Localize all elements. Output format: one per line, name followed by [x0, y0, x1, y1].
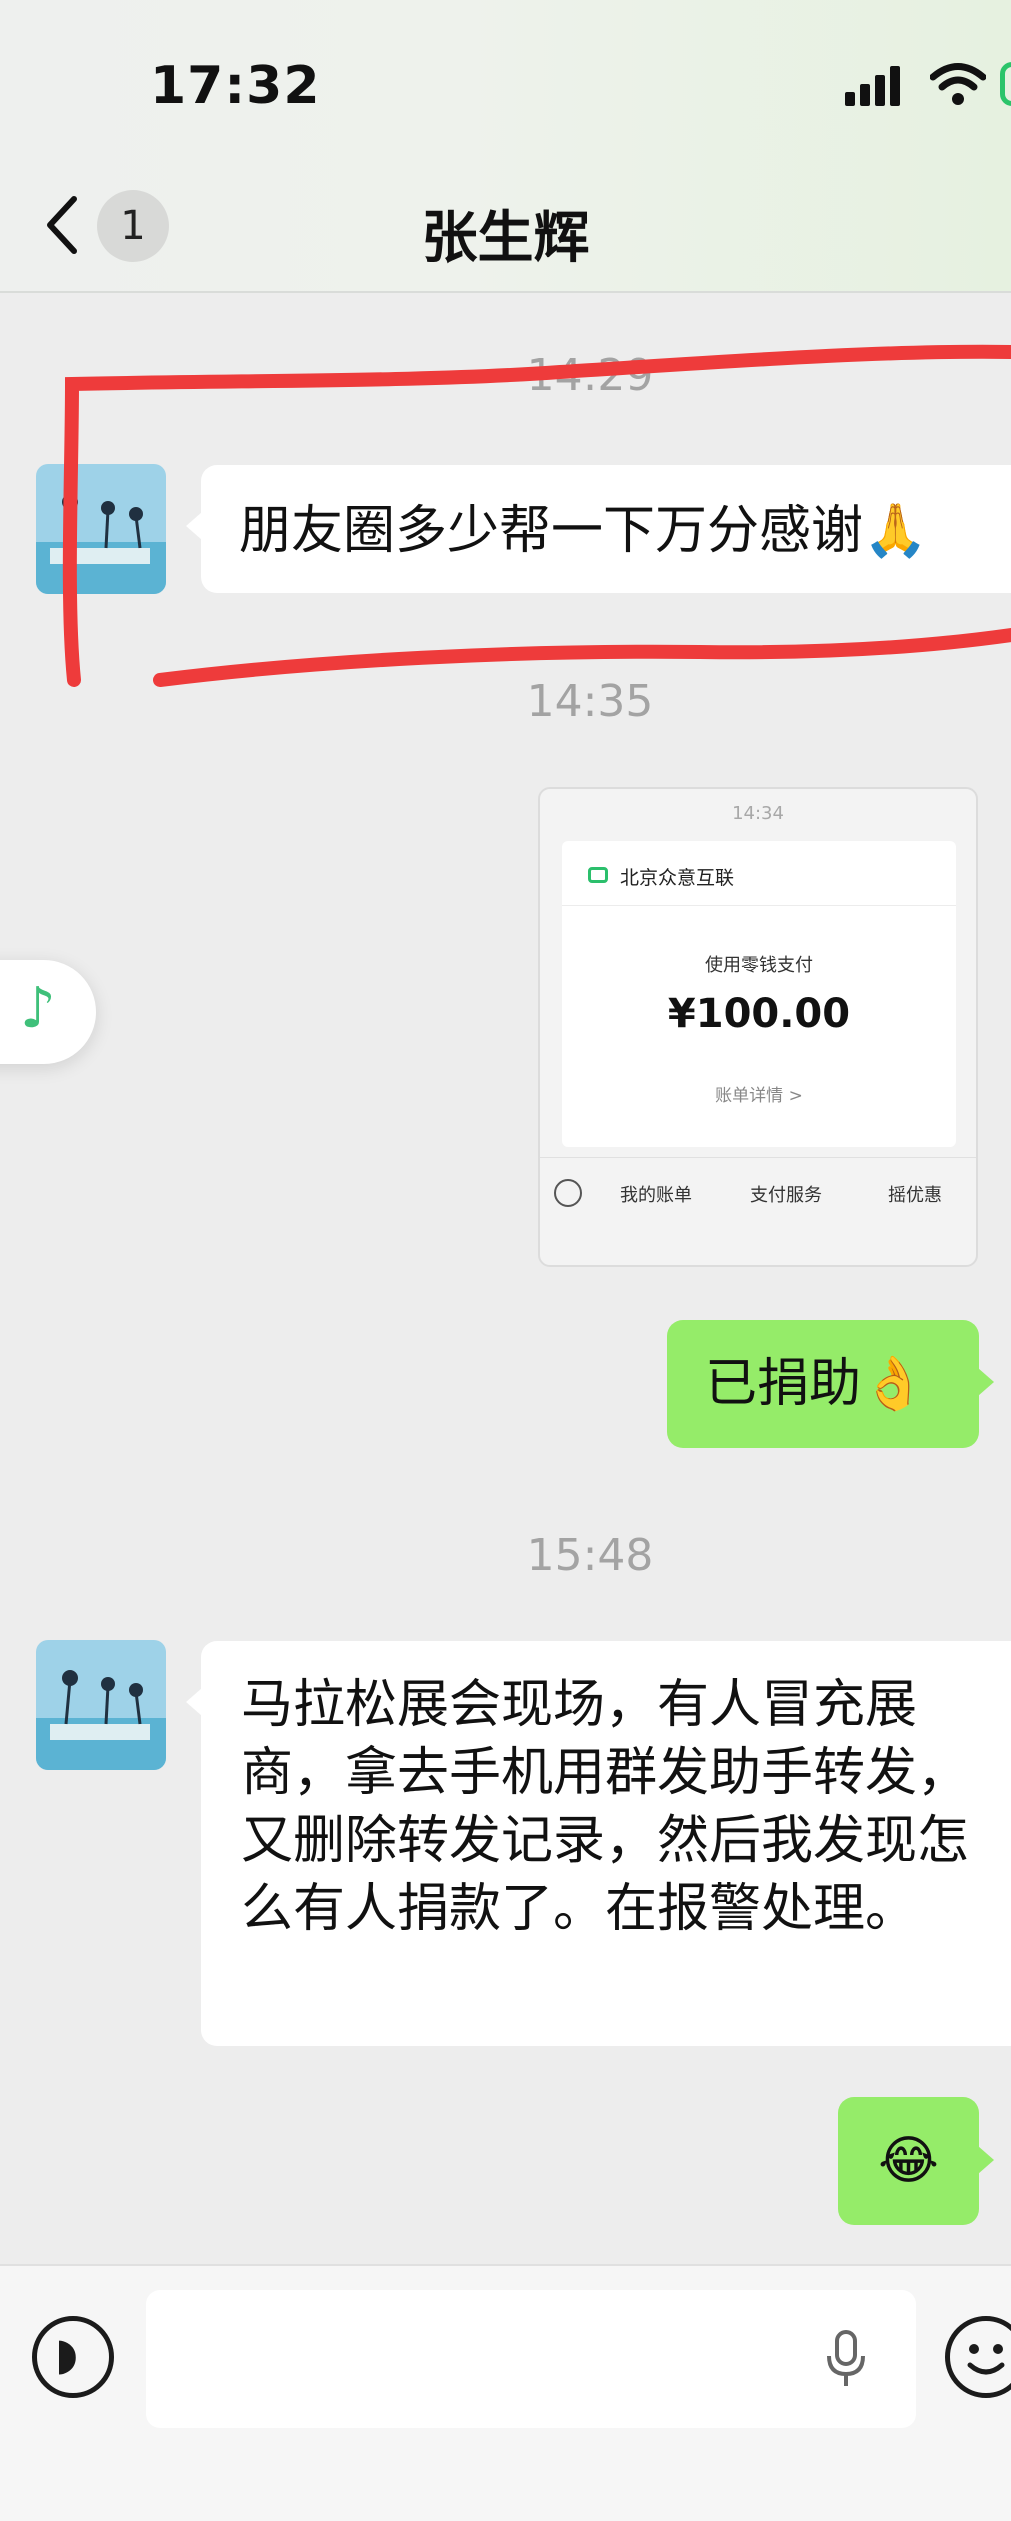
battery-icon — [1000, 62, 1011, 106]
wifi-icon — [930, 63, 986, 105]
bubble-tail — [978, 2146, 994, 2174]
message-input[interactable] — [146, 2290, 916, 2428]
mic-icon[interactable] — [826, 2330, 866, 2388]
floating-music-button[interactable]: ♪ — [0, 960, 96, 1064]
incoming-message[interactable]: 朋友圈多少帮一下万分感谢🙏 — [201, 465, 1011, 593]
smile-icon — [967, 2344, 1005, 2375]
contact-avatar[interactable] — [36, 1640, 166, 1770]
chat-title[interactable]: 张生辉 — [0, 193, 1011, 274]
outgoing-message[interactable]: 😂 — [838, 2097, 979, 2225]
voice-waves-icon: ◗ — [55, 2329, 79, 2380]
merchant-name: 北京众意互联 — [620, 867, 735, 889]
payment-method: 使用零钱支付 — [705, 955, 813, 976]
bill-detail-link: 账单详情 > — [715, 1086, 803, 1106]
keyboard-icon — [554, 1179, 582, 1207]
divider — [562, 905, 956, 906]
outgoing-message[interactable]: 已捐助👌 — [667, 1320, 979, 1448]
shake-offers-item: 摇优惠 — [888, 1185, 942, 1206]
my-bills-item: 我的账单 — [620, 1185, 692, 1206]
merchant-logo-icon — [588, 867, 608, 883]
music-note-icon: ♪ — [20, 976, 56, 1041]
top-bar: 17:32 1 张生辉 — [0, 0, 1011, 293]
payment-screenshot-image[interactable]: 14:34 北京众意互联 使用零钱支付 ¥100.00 账单详情 > 我的账单 … — [538, 787, 978, 1267]
payment-card-time: 14:34 — [732, 803, 784, 824]
payment-amount: ¥100.00 — [667, 991, 851, 1037]
voice-icon[interactable]: ◗ — [32, 2316, 114, 2398]
timestamp: 14:35 — [526, 676, 654, 727]
payment-receipt: 北京众意互联 使用零钱支付 ¥100.00 账单详情 > — [562, 841, 956, 1147]
divider — [540, 1157, 976, 1158]
bubble-tail — [978, 1368, 994, 1396]
input-bar: ◗ — [0, 2264, 1011, 2521]
timestamp: 15:48 — [526, 1530, 654, 1581]
status-time: 17:32 — [150, 56, 321, 116]
incoming-message[interactable]: 马拉松展会现场，有人冒充展商，拿去手机用群发助手转发，又删除转发记录，然后我发现… — [201, 1641, 1011, 2046]
emoji-icon[interactable] — [945, 2316, 1011, 2398]
timestamp: 14:29 — [526, 350, 654, 401]
payment-services-item: 支付服务 — [750, 1185, 822, 1206]
bubble-tail — [186, 512, 202, 540]
signal-icon — [845, 66, 900, 106]
contact-avatar[interactable] — [36, 464, 166, 594]
bubble-tail — [186, 1688, 202, 1716]
